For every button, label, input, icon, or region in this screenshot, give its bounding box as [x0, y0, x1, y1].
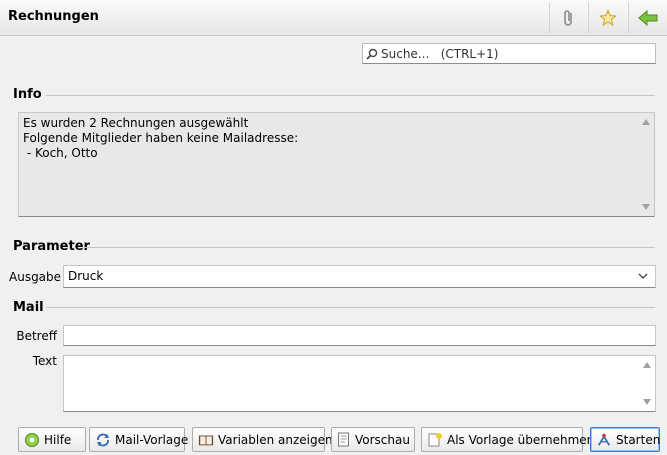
search-icon [366, 48, 378, 60]
als-vorlage-label: Als Vorlage übernehmen [447, 432, 595, 447]
info-divider [46, 95, 655, 96]
scroll-up-arrow-icon[interactable] [643, 362, 651, 368]
new-document-icon [427, 432, 443, 448]
hilfe-label: Hilfe [44, 432, 72, 447]
title-bar: Rechnungen [0, 0, 667, 36]
book-icon [198, 432, 214, 448]
ausgabe-value: Druck [68, 269, 104, 283]
info-text: Es wurden 2 Rechnungen ausgewählt Folgend… [23, 116, 298, 161]
search-box[interactable] [362, 43, 656, 64]
document-preview-icon [337, 432, 351, 448]
mail-divider [46, 307, 655, 308]
info-line-1: Es wurden 2 Rechnungen ausgewählt [23, 116, 249, 130]
parameter-heading: Parameter [13, 239, 90, 254]
star-icon [598, 9, 617, 27]
back-arrow-icon [637, 10, 657, 26]
mail-vorlage-label: Mail-Vorlage [115, 432, 189, 447]
ausgabe-label: Ausgabe [9, 270, 62, 284]
window-title: Rechnungen [8, 9, 99, 24]
mail-vorlage-button[interactable]: Mail-Vorlage [89, 427, 189, 452]
hilfe-button[interactable]: Hilfe [18, 427, 86, 452]
info-scrollbar[interactable] [638, 113, 654, 216]
search-input[interactable] [378, 46, 648, 61]
info-heading: Info [13, 87, 42, 102]
text-label: Text [32, 354, 57, 368]
mail-text-area[interactable] [63, 355, 656, 412]
scroll-down-arrow-icon[interactable] [642, 204, 650, 210]
favorite-button[interactable] [588, 3, 626, 33]
vorschau-label: Vorschau [355, 432, 410, 447]
info-line-3: - Koch, Otto [23, 146, 98, 160]
help-icon [24, 432, 40, 448]
starten-button[interactable]: Starten [590, 427, 660, 452]
chevron-down-icon [638, 273, 648, 279]
starten-label: Starten [616, 432, 661, 447]
scroll-down-arrow-icon[interactable] [643, 399, 651, 405]
parameter-divider [84, 247, 655, 248]
betreff-input[interactable] [63, 325, 656, 346]
info-line-2: Folgende Mitglieder haben keine Mailadre… [23, 131, 299, 145]
run-icon [596, 432, 612, 448]
vorschau-button[interactable]: Vorschau [331, 427, 415, 452]
refresh-icon [95, 432, 111, 448]
variablen-label: Variablen anzeigen [218, 432, 333, 447]
info-text-area[interactable]: Es wurden 2 Rechnungen ausgewählt Folgend… [18, 112, 655, 217]
mail-text-scrollbar[interactable] [639, 356, 655, 411]
variablen-anzeigen-button[interactable]: Variablen anzeigen [192, 427, 333, 452]
betreff-label: Betreff [16, 329, 57, 343]
ausgabe-select[interactable]: Druck [63, 265, 656, 288]
als-vorlage-button[interactable]: Als Vorlage übernehmen [421, 427, 594, 452]
mail-heading: Mail [13, 300, 44, 315]
scroll-up-arrow-icon[interactable] [642, 119, 650, 125]
paperclip-icon [563, 10, 572, 26]
attachment-button[interactable] [549, 3, 587, 33]
back-button[interactable] [628, 3, 666, 33]
